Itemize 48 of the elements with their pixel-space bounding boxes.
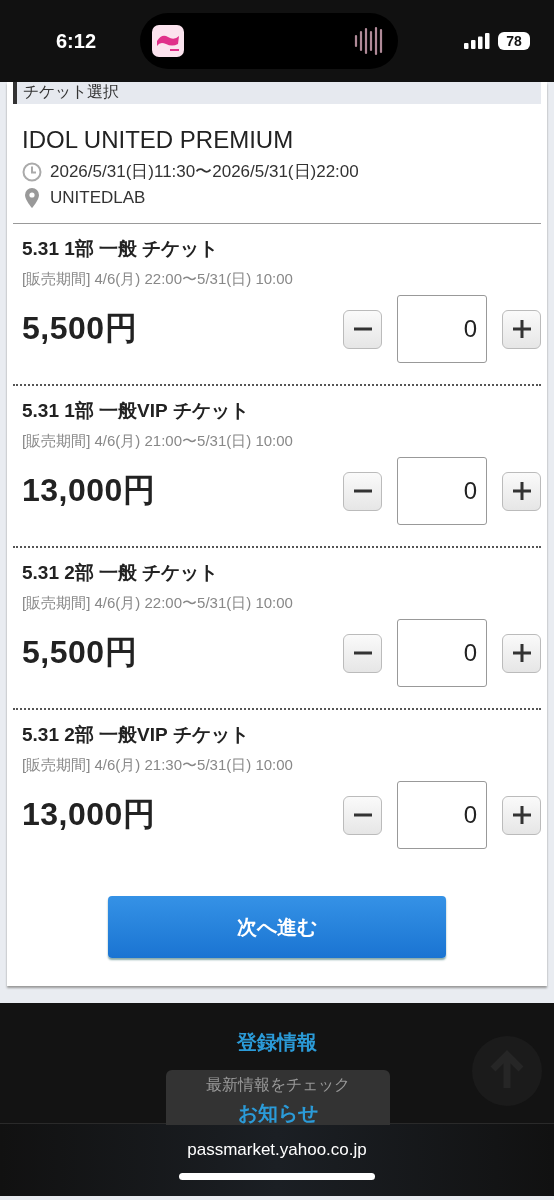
event-venue: UNITEDLAB xyxy=(50,188,146,208)
sales-period: [販売期間] 4/6(月) 21:00〜5/31(日) 10:00 xyxy=(22,432,294,451)
decrease-button[interactable] xyxy=(343,471,382,511)
decrease-button[interactable] xyxy=(343,309,382,349)
battery-level: 78 xyxy=(498,32,530,50)
minus-icon xyxy=(353,489,372,493)
location-pin-icon xyxy=(22,187,42,209)
event-datetime: 2026/5/31(日)11:30〜2026/5/31(日)22:00 xyxy=(50,161,359,183)
sales-period: [販売期間] 4/6(月) 22:00〜5/31(日) 10:00 xyxy=(22,270,294,289)
ticket-price: 5,500円 xyxy=(22,309,138,348)
increase-button[interactable] xyxy=(502,471,541,511)
plus-icon xyxy=(512,644,531,662)
decrease-button[interactable] xyxy=(343,633,382,673)
sales-period: [販売期間] 4/6(月) 21:30〜5/31(日) 10:00 xyxy=(22,756,294,775)
app-icon xyxy=(152,25,184,57)
plus-icon xyxy=(512,806,531,824)
registration-link[interactable]: 登録情報 xyxy=(237,1029,317,1056)
ticket-name: 5.31 1部 一般 チケット xyxy=(22,237,220,261)
ticket-name: 5.31 1部 一般VIP チケット xyxy=(22,399,250,423)
quantity-field[interactable]: 0 xyxy=(397,457,487,525)
quantity-field[interactable]: 0 xyxy=(397,781,487,849)
next-button[interactable]: 次へ進む xyxy=(108,896,446,958)
waveform-icon xyxy=(354,26,384,56)
increase-button[interactable] xyxy=(502,633,541,673)
ticket-price: 13,000円 xyxy=(22,795,156,834)
minus-icon xyxy=(353,327,372,331)
news-link[interactable]: お知らせ xyxy=(238,1100,318,1125)
minus-icon xyxy=(353,813,372,817)
clock-time: 6:12 xyxy=(56,29,98,53)
decrease-button[interactable] xyxy=(343,795,382,835)
increase-button[interactable] xyxy=(502,309,541,349)
plus-icon xyxy=(512,482,531,500)
ticket-name: 5.31 2部 一般VIP チケット xyxy=(22,723,250,747)
minus-icon xyxy=(353,651,372,655)
url-address[interactable]: passmarket.yahoo.co.jp xyxy=(187,1140,367,1160)
toast-caption: 最新情報をチェック xyxy=(205,1075,351,1095)
ticket-price: 5,500円 xyxy=(22,633,138,672)
plus-icon xyxy=(512,320,531,338)
section-title: チケット選択 xyxy=(22,82,119,102)
signal-icon xyxy=(464,33,490,49)
ticket-name: 5.31 2部 一般 チケット xyxy=(22,561,220,585)
ticket-price: 13,000円 xyxy=(22,471,156,510)
increase-button[interactable] xyxy=(502,795,541,835)
quantity-field[interactable]: 0 xyxy=(397,295,487,363)
clock-icon xyxy=(22,161,42,182)
sales-period: [販売期間] 4/6(月) 22:00〜5/31(日) 10:00 xyxy=(22,594,294,613)
quantity-field[interactable]: 0 xyxy=(397,619,487,687)
event-title: IDOL UNITED PREMIUM xyxy=(22,126,295,154)
